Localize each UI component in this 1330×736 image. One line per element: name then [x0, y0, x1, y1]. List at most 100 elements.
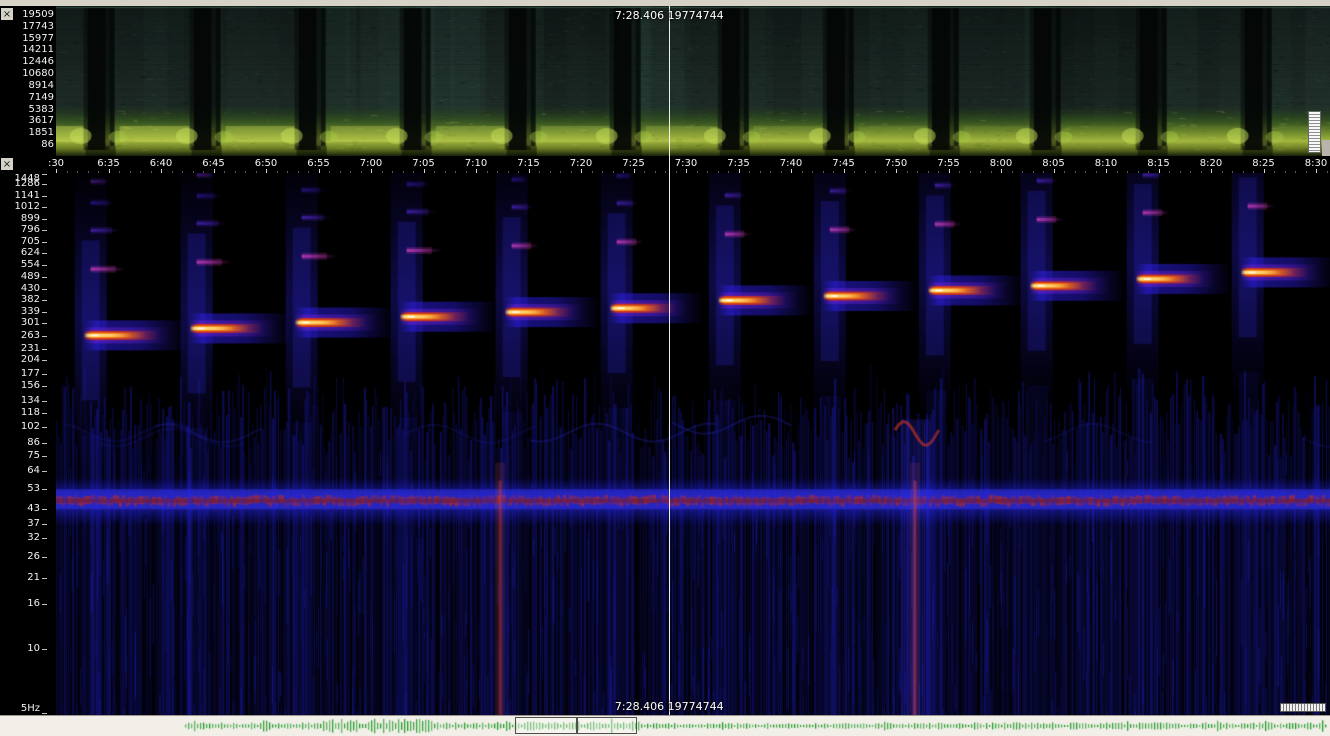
time-minor-tick [350, 171, 351, 173]
spectrogram-pane-top: 1950917743159771421112446106808914714953… [0, 6, 1330, 156]
freq-tick [42, 489, 47, 490]
time-label: 8:20 [1200, 158, 1222, 169]
freq-label-main: 382 [0, 294, 40, 306]
freq-label-main: 796 [0, 224, 40, 236]
close-pane-main-button[interactable]: × [1, 158, 13, 170]
time-minor-tick [1169, 171, 1170, 173]
freq-label-top: 8914 [0, 80, 54, 92]
spectrogram-top-canvas[interactable] [56, 6, 1330, 156]
spectrogram-main-canvas[interactable] [56, 173, 1330, 715]
freq-label-main: 26 [0, 551, 40, 563]
time-minor-tick [917, 171, 918, 173]
time-minor-tick [487, 171, 488, 173]
time-label: 8:15 [1147, 158, 1169, 169]
freq-label-top: 10680 [0, 68, 54, 80]
time-label: 6:55 [307, 158, 329, 169]
freq-tick [42, 196, 47, 197]
time-minor-tick [1075, 171, 1076, 173]
freq-tick [42, 386, 47, 387]
time-minor-tick [560, 171, 561, 173]
freq-tick [42, 174, 47, 175]
time-minor-tick [1043, 171, 1044, 173]
time-minor-tick [392, 171, 393, 173]
time-minor-tick [854, 171, 855, 173]
close-pane-top-button[interactable]: × [1, 8, 13, 20]
time-tick [371, 169, 372, 173]
time-minor-tick [539, 171, 540, 173]
spectrogram-analysis-window: 1950917743159771421112446106808914714953… [0, 0, 1330, 736]
time-label: 8:00 [990, 158, 1012, 169]
time-minor-tick [1180, 171, 1181, 173]
time-minor-tick [455, 171, 456, 173]
time-tick [686, 169, 687, 173]
time-minor-tick [550, 171, 551, 173]
overview-waveform-canvas[interactable] [0, 716, 1330, 736]
time-minor-tick [697, 171, 698, 173]
freq-tick [42, 360, 47, 361]
time-label: 7:20 [570, 158, 592, 169]
time-tick [581, 169, 582, 173]
freq-label-main: 339 [0, 306, 40, 318]
freq-tick [42, 538, 47, 539]
time-tick [161, 169, 162, 173]
time-label: 8:10 [1095, 158, 1117, 169]
time-minor-tick [434, 171, 435, 173]
time-minor-tick [676, 171, 677, 173]
time-minor-tick [770, 171, 771, 173]
pane-resize-grip[interactable] [1322, 140, 1330, 156]
time-tick [424, 169, 425, 173]
time-label: 8:25 [1252, 158, 1274, 169]
time-label: 7:50 [885, 158, 907, 169]
freq-label-main: 1141 [0, 190, 40, 202]
freq-tick [42, 300, 47, 301]
time-minor-tick [308, 171, 309, 173]
freq-tick [42, 427, 47, 428]
time-tick [1264, 169, 1265, 173]
time-minor-tick [718, 171, 719, 173]
freq-tick [42, 336, 47, 337]
time-minor-tick [518, 171, 519, 173]
time-minor-tick [833, 171, 834, 173]
freq-label-top: 15977 [0, 33, 54, 45]
time-label: 7:05 [412, 158, 434, 169]
time-minor-tick [119, 171, 120, 173]
time-tick [1211, 169, 1212, 173]
time-minor-tick [340, 171, 341, 173]
freq-tick [42, 277, 47, 278]
time-minor-tick [382, 171, 383, 173]
horizontal-zoom-thumbwheel[interactable] [1280, 703, 1326, 712]
view-extent-box-left[interactable] [515, 717, 577, 734]
time-minor-tick [1096, 171, 1097, 173]
time-minor-tick [445, 171, 446, 173]
time-minor-tick [403, 171, 404, 173]
time-minor-tick [1033, 171, 1034, 173]
time-minor-tick [298, 171, 299, 173]
time-minor-tick [707, 171, 708, 173]
time-minor-tick [1306, 171, 1307, 173]
freq-tick [42, 509, 47, 510]
freq-tick [42, 219, 47, 220]
time-minor-tick [172, 171, 173, 173]
time-minor-tick [193, 171, 194, 173]
frequency-axis-top: 1950917743159771421112446106808914714953… [0, 6, 56, 156]
cursor-time-readout-top: 7:28.406 19774744 [615, 9, 724, 22]
time-minor-tick [812, 171, 813, 173]
freq-label-main: 430 [0, 283, 40, 295]
time-minor-tick [224, 171, 225, 173]
freq-tick [42, 312, 47, 313]
time-minor-tick [644, 171, 645, 173]
time-minor-tick [592, 171, 593, 173]
cursor-time-readout-bottom: 7:28.406 19774744 [615, 700, 724, 713]
time-minor-tick [886, 171, 887, 173]
time-minor-tick [1127, 171, 1128, 173]
freq-label-main: 64 [0, 465, 40, 477]
freq-label-main: 16 [0, 598, 40, 610]
time-minor-tick [1022, 171, 1023, 173]
time-label: 6:45 [202, 158, 224, 169]
vertical-zoom-thumbwheel[interactable] [1308, 111, 1321, 153]
view-extent-box-right[interactable] [577, 717, 637, 734]
time-minor-tick [1117, 171, 1118, 173]
time-minor-tick [277, 171, 278, 173]
time-minor-tick [203, 171, 204, 173]
time-label: 7:10 [465, 158, 487, 169]
